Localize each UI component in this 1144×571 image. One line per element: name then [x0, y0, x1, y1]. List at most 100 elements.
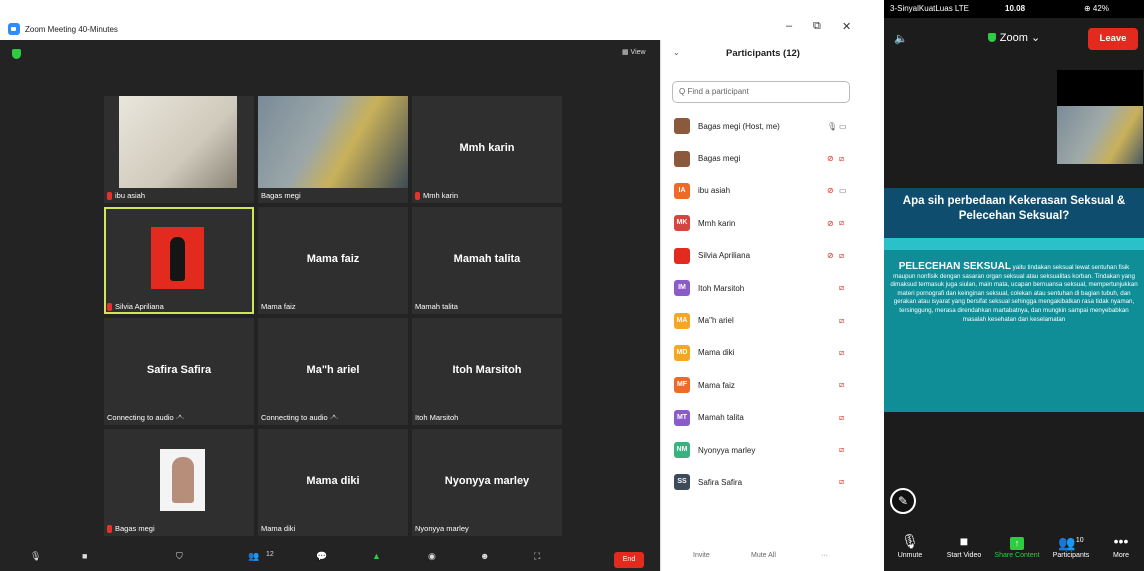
participant-row[interactable]: IA ibu asiah ⊘ ▭ — [661, 175, 865, 207]
unmute-button[interactable]: 🎙 Unmute — [884, 530, 936, 559]
mic-muted-icon[interactable]: ⊘ — [827, 186, 834, 195]
encryption-shield-icon[interactable] — [12, 49, 21, 59]
participant-video — [119, 96, 237, 188]
annotate-pencil-icon[interactable]: ✎ — [890, 488, 916, 514]
participant-row[interactable]: Bagas megi (Host, me) 🎙 ▭ — [661, 110, 865, 142]
camera-off-icon[interactable]: ⧄ — [839, 477, 844, 487]
video-tile-bagas-megi[interactable]: Bagas megi — [258, 96, 408, 203]
apps-icon[interactable]: ⛶ — [534, 551, 540, 562]
participant-list: Bagas megi (Host, me) 🎙 ▭ Bagas megi ⊘ ⧄… — [661, 110, 865, 499]
participant-row[interactable]: IM Itoh Marsitoh ⧄ — [661, 272, 865, 304]
participant-name: Mama diki — [698, 348, 735, 358]
tile-caption: Mmh karin — [423, 191, 459, 200]
participant-row[interactable]: NM Nyonyya marley ⧄ — [661, 434, 865, 466]
video-icon[interactable]: ■ — [82, 551, 87, 561]
camera-off-icon[interactable]: ⧄ — [839, 380, 844, 390]
camera-off-icon[interactable]: ⧄ — [839, 445, 844, 455]
camera-off-icon[interactable]: ⧄ — [839, 348, 844, 358]
avatar — [674, 150, 690, 167]
participant-row[interactable]: MD Mama diki ⧄ — [661, 337, 865, 369]
close-button[interactable]: ✕ — [842, 20, 851, 33]
camera-on-icon[interactable]: ▭ — [839, 122, 847, 131]
participant-row[interactable]: MT Mamah talita ⧄ — [661, 402, 865, 434]
participants-icon: 👥 — [1058, 534, 1076, 551]
tile-caption: Silvia Apriliana — [115, 302, 164, 311]
video-tile-bagas-megi-2[interactable]: Bagas megi — [104, 429, 254, 536]
reactions-icon[interactable]: ☻ — [480, 551, 489, 561]
phone-screen: 3-SinyalKuatLuas LTE 10.08 ⊕ 42% 🔈 Zoom … — [884, 0, 1144, 571]
share-screen-icon[interactable]: ▲ — [372, 551, 381, 561]
participants-icon[interactable]: 👥 — [248, 551, 259, 562]
mic-muted-icon[interactable]: ⊘ — [827, 251, 834, 260]
phone-header: 🔈 Zoom ⌄ Leave — [884, 18, 1144, 62]
mic-muted-icon: 🎙 — [901, 533, 919, 549]
camera-off-icon[interactable]: ⧄ — [839, 413, 844, 423]
avatar: MA — [674, 312, 690, 329]
video-tile-mama-faiz[interactable]: Mama faiz Mama faiz — [258, 207, 408, 314]
mic-muted-icon — [415, 191, 420, 200]
video-tile-mah-ariel[interactable]: Ma"h ariel Connecting to audio ·^· — [258, 318, 408, 425]
title-bar: Zoom Meeting 40-Minutes – ⧉ ✕ — [0, 18, 864, 40]
video-off-icon: ■ — [959, 533, 969, 549]
security-icon[interactable]: ⛉ — [176, 551, 183, 562]
participant-name: Safira Safira — [698, 477, 743, 487]
slide-heading: PELECEHAN SEKSUAL — [898, 261, 1011, 272]
slide-body: PELECEHAN SEKSUAL yaitu tindakan seksual… — [884, 250, 1144, 412]
participant-search-input[interactable]: Q Find a participant — [672, 81, 850, 103]
tile-name: Mmh karin — [459, 142, 515, 154]
participant-name: Mamah talita — [698, 413, 744, 423]
record-icon[interactable]: ◉ — [428, 551, 436, 562]
more-button[interactable]: ••• More — [1098, 530, 1144, 559]
participant-row[interactable]: MF Mama faiz ⧄ — [661, 369, 865, 401]
video-tile-safira-safira[interactable]: Safira Safira Connecting to audio ·^· — [104, 318, 254, 425]
invite-button[interactable]: Invite — [693, 552, 710, 559]
more-icon: ••• — [1113, 533, 1129, 549]
participant-row[interactable]: MK Mmh karin ⊘ ⧄ — [661, 207, 865, 239]
video-tile-mamah-talita[interactable]: Mamah talita Mamah talita — [412, 207, 562, 314]
chat-icon[interactable]: 💬 — [316, 551, 327, 562]
view-button[interactable]: ▦ View — [622, 48, 646, 56]
mute-all-button[interactable]: Mute All — [751, 552, 776, 559]
video-tile-mama-diki[interactable]: Mama diki Mama diki — [258, 429, 408, 536]
camera-off-icon[interactable]: ⧄ — [839, 283, 844, 293]
participant-name: Bagas megi — [698, 154, 741, 164]
mic-on-icon[interactable]: 🎙 — [827, 122, 837, 131]
video-tile-ibu-asiah[interactable]: ibu asiah — [104, 96, 254, 203]
avatar: NM — [674, 442, 690, 459]
unmute-label: Unmute — [897, 552, 923, 559]
participant-name: Itoh Marsitoh — [698, 283, 745, 293]
camera-off-icon[interactable]: ⧄ — [839, 218, 844, 228]
camera-off-icon[interactable]: ⧄ — [839, 316, 844, 326]
tile-caption: Mama faiz — [261, 302, 296, 311]
mic-muted-icon[interactable]: ⊘ — [827, 154, 834, 163]
minimize-button[interactable]: – — [786, 20, 792, 32]
start-video-button[interactable]: ■ Start Video — [938, 530, 990, 559]
participant-row[interactable]: Silvia Apriliana ⊘ ⧄ — [661, 240, 865, 272]
end-meeting-button[interactable]: End — [614, 552, 644, 568]
restore-button[interactable]: ⧉ — [813, 20, 821, 33]
camera-on-icon[interactable]: ▭ — [839, 186, 847, 195]
video-tile-silvia-apriliana[interactable]: Silvia Apriliana — [104, 207, 254, 314]
video-tile-nyonyya-marley[interactable]: Nyonyya marley Nyonyya marley — [412, 429, 562, 536]
video-tile-mmh-karin[interactable]: Mmh karin Mmh karin — [412, 96, 562, 203]
shared-slide: Apa sih perbedaan Kekerasan Seksual & Pe… — [884, 188, 1144, 412]
mic-muted-icon[interactable]: ⊘ — [827, 219, 834, 228]
camera-off-icon[interactable]: ⧄ — [839, 251, 844, 261]
video-tile-itoh-marsitoh[interactable]: Itoh Marsitoh Itoh Marsitoh — [412, 318, 562, 425]
tile-name: Mama faiz — [306, 253, 360, 265]
more-options-button[interactable]: ··· — [821, 552, 828, 559]
participant-row[interactable]: Bagas megi ⊘ ⧄ — [661, 142, 865, 174]
start-video-label: Start Video — [946, 552, 982, 559]
share-content-button[interactable]: ↑ Share Content — [990, 530, 1044, 559]
leave-button[interactable]: Leave — [1088, 28, 1138, 50]
participants-label: Participants — [1052, 552, 1090, 559]
self-view-video[interactable] — [1057, 70, 1143, 164]
participants-button[interactable]: 👥10 Participants — [1044, 530, 1098, 559]
tile-name: Mamah talita — [453, 253, 521, 265]
avatar: MT — [674, 409, 690, 426]
participant-row[interactable]: SS Safira Safira ⧄ — [661, 466, 865, 498]
participant-name: Silvia Apriliana — [698, 251, 751, 261]
mic-icon[interactable]: 🎙 — [30, 551, 41, 562]
camera-off-icon[interactable]: ⧄ — [839, 154, 844, 164]
participant-row[interactable]: MA Ma"h ariel ⧄ — [661, 304, 865, 336]
